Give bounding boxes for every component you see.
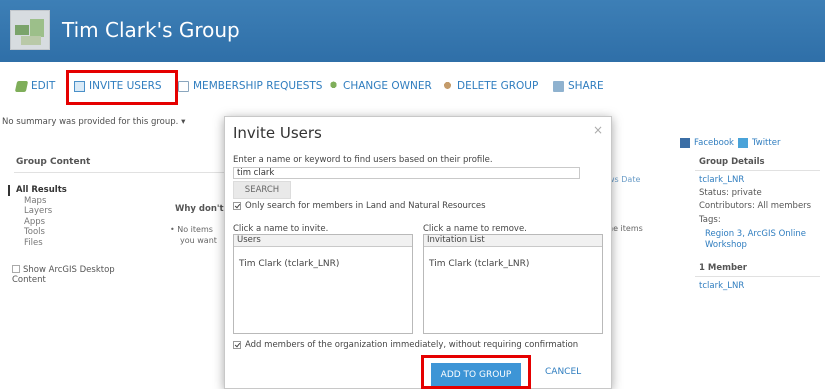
add-immediately-option[interactable]: Add members of the organization immediat…: [233, 340, 578, 350]
status-text: Status: private: [699, 188, 762, 198]
twitter-icon[interactable]: [737, 138, 748, 148]
member-link[interactable]: tclark_LNR: [699, 281, 744, 291]
twitter-link[interactable]: Twitter: [752, 138, 781, 148]
invitation-list: Invitation List Tim Clark (tclark_LNR): [423, 234, 603, 334]
invite-users-button[interactable]: INVITE USERS: [74, 80, 162, 92]
tags-label: Tags:: [699, 215, 721, 225]
group-content-title: Group Content: [16, 157, 91, 167]
add-immediately-label: Add members of the organization immediat…: [245, 340, 579, 350]
invite-users-label: INVITE USERS: [89, 80, 162, 92]
show-arcgis-label-2: Content: [12, 275, 46, 285]
users-list: Users Tim Clark (tclark_LNR): [233, 234, 413, 334]
add-to-group-button[interactable]: ADD TO GROUP: [431, 363, 521, 387]
cancel-button[interactable]: CANCEL: [545, 367, 581, 377]
users-list-header: Users: [234, 235, 412, 247]
no-items-text: • No items you want: [170, 224, 217, 246]
show-arcgis-desktop-toggle[interactable]: Show ArcGIS Desktop Content: [12, 265, 115, 285]
remove-instructions: Click a name to remove.: [423, 224, 527, 234]
invite-users-icon: [74, 80, 85, 92]
group-toolbar: EDIT INVITE USERS MEMBERSHIP REQUESTS CH…: [0, 80, 825, 100]
filter-all-results[interactable]: All Results: [8, 185, 67, 196]
search-button[interactable]: SEARCH: [233, 181, 291, 199]
change-owner-label: CHANGE OWNER: [343, 80, 432, 92]
invite-users-dialog: Invite Users × Enter a name or keyword t…: [224, 116, 612, 389]
members-title: 1 Member: [699, 263, 747, 273]
dialog-title: Invite Users: [233, 124, 322, 142]
change-owner-icon: [328, 80, 339, 92]
delete-group-label: DELETE GROUP: [457, 80, 539, 92]
filter-maps[interactable]: Maps: [16, 196, 67, 207]
invitation-list-header: Invitation List: [424, 235, 602, 247]
user-list-item[interactable]: Tim Clark (tclark_LNR): [239, 259, 339, 269]
why-dont-heading: Why don't: [175, 204, 224, 214]
you-want-line: you want: [180, 236, 217, 245]
facebook-link[interactable]: Facebook: [694, 138, 734, 148]
filter-files[interactable]: Files: [16, 238, 67, 249]
filter-layers[interactable]: Layers: [16, 206, 67, 217]
facebook-icon[interactable]: [680, 138, 690, 148]
only-search-option[interactable]: Only search for members in Land and Natu…: [233, 201, 486, 211]
tag-link[interactable]: Region 3, ArcGIS Online: [705, 229, 806, 239]
show-arcgis-label: Show ArcGIS Desktop: [23, 265, 115, 275]
edit-icon: [14, 80, 29, 92]
group-header: Tim Clark's Group: [0, 0, 825, 62]
left-divider: [14, 172, 224, 173]
content-filter-list: All Results Maps Layers Apps Tools Files: [8, 185, 67, 249]
right-divider-2: [695, 276, 820, 277]
group-details-title: Group Details: [699, 157, 765, 167]
membership-requests-label: MEMBERSHIP REQUESTS: [193, 80, 323, 92]
change-owner-button[interactable]: CHANGE OWNER: [328, 80, 432, 92]
owner-link[interactable]: tclark_LNR: [699, 175, 744, 185]
show-arcgis-checkbox[interactable]: [12, 265, 20, 273]
group-title: Tim Clark's Group: [62, 18, 240, 42]
delete-group-button[interactable]: DELETE GROUP: [442, 80, 538, 92]
filter-tools[interactable]: Tools: [16, 227, 67, 238]
invitation-list-item[interactable]: Tim Clark (tclark_LNR): [429, 259, 529, 269]
only-search-checkbox[interactable]: [233, 202, 241, 210]
add-immediately-checkbox[interactable]: [233, 341, 241, 349]
edit-label: EDIT: [31, 80, 56, 92]
search-prompt: Enter a name or keyword to find users ba…: [233, 155, 493, 165]
share-label: SHARE: [568, 80, 604, 92]
membership-icon: [178, 80, 189, 92]
sort-options[interactable]: ws Date: [608, 175, 640, 184]
only-search-label: Only search for members in Land and Natu…: [245, 201, 486, 211]
user-search-input[interactable]: tim clark: [233, 167, 580, 179]
social-links: Facebook Twitter: [680, 138, 780, 148]
membership-requests-button[interactable]: MEMBERSHIP REQUESTS: [178, 80, 322, 92]
tag-link-2[interactable]: Workshop: [705, 240, 747, 250]
close-icon[interactable]: ×: [593, 123, 603, 137]
delete-group-icon: [442, 80, 453, 92]
no-items-line: • No items: [170, 225, 213, 234]
items-fragment: he items: [608, 224, 643, 233]
share-icon: [553, 80, 564, 92]
group-thumbnail: [10, 10, 50, 50]
invite-instructions: Click a name to invite.: [233, 224, 329, 234]
share-button[interactable]: SHARE: [553, 80, 604, 92]
right-divider-1: [695, 170, 820, 171]
edit-button[interactable]: EDIT: [14, 80, 56, 92]
contributors-text: Contributors: All members: [699, 201, 812, 211]
filter-apps[interactable]: Apps: [16, 217, 67, 228]
group-summary: No summary was provided for this group. …: [2, 117, 186, 127]
